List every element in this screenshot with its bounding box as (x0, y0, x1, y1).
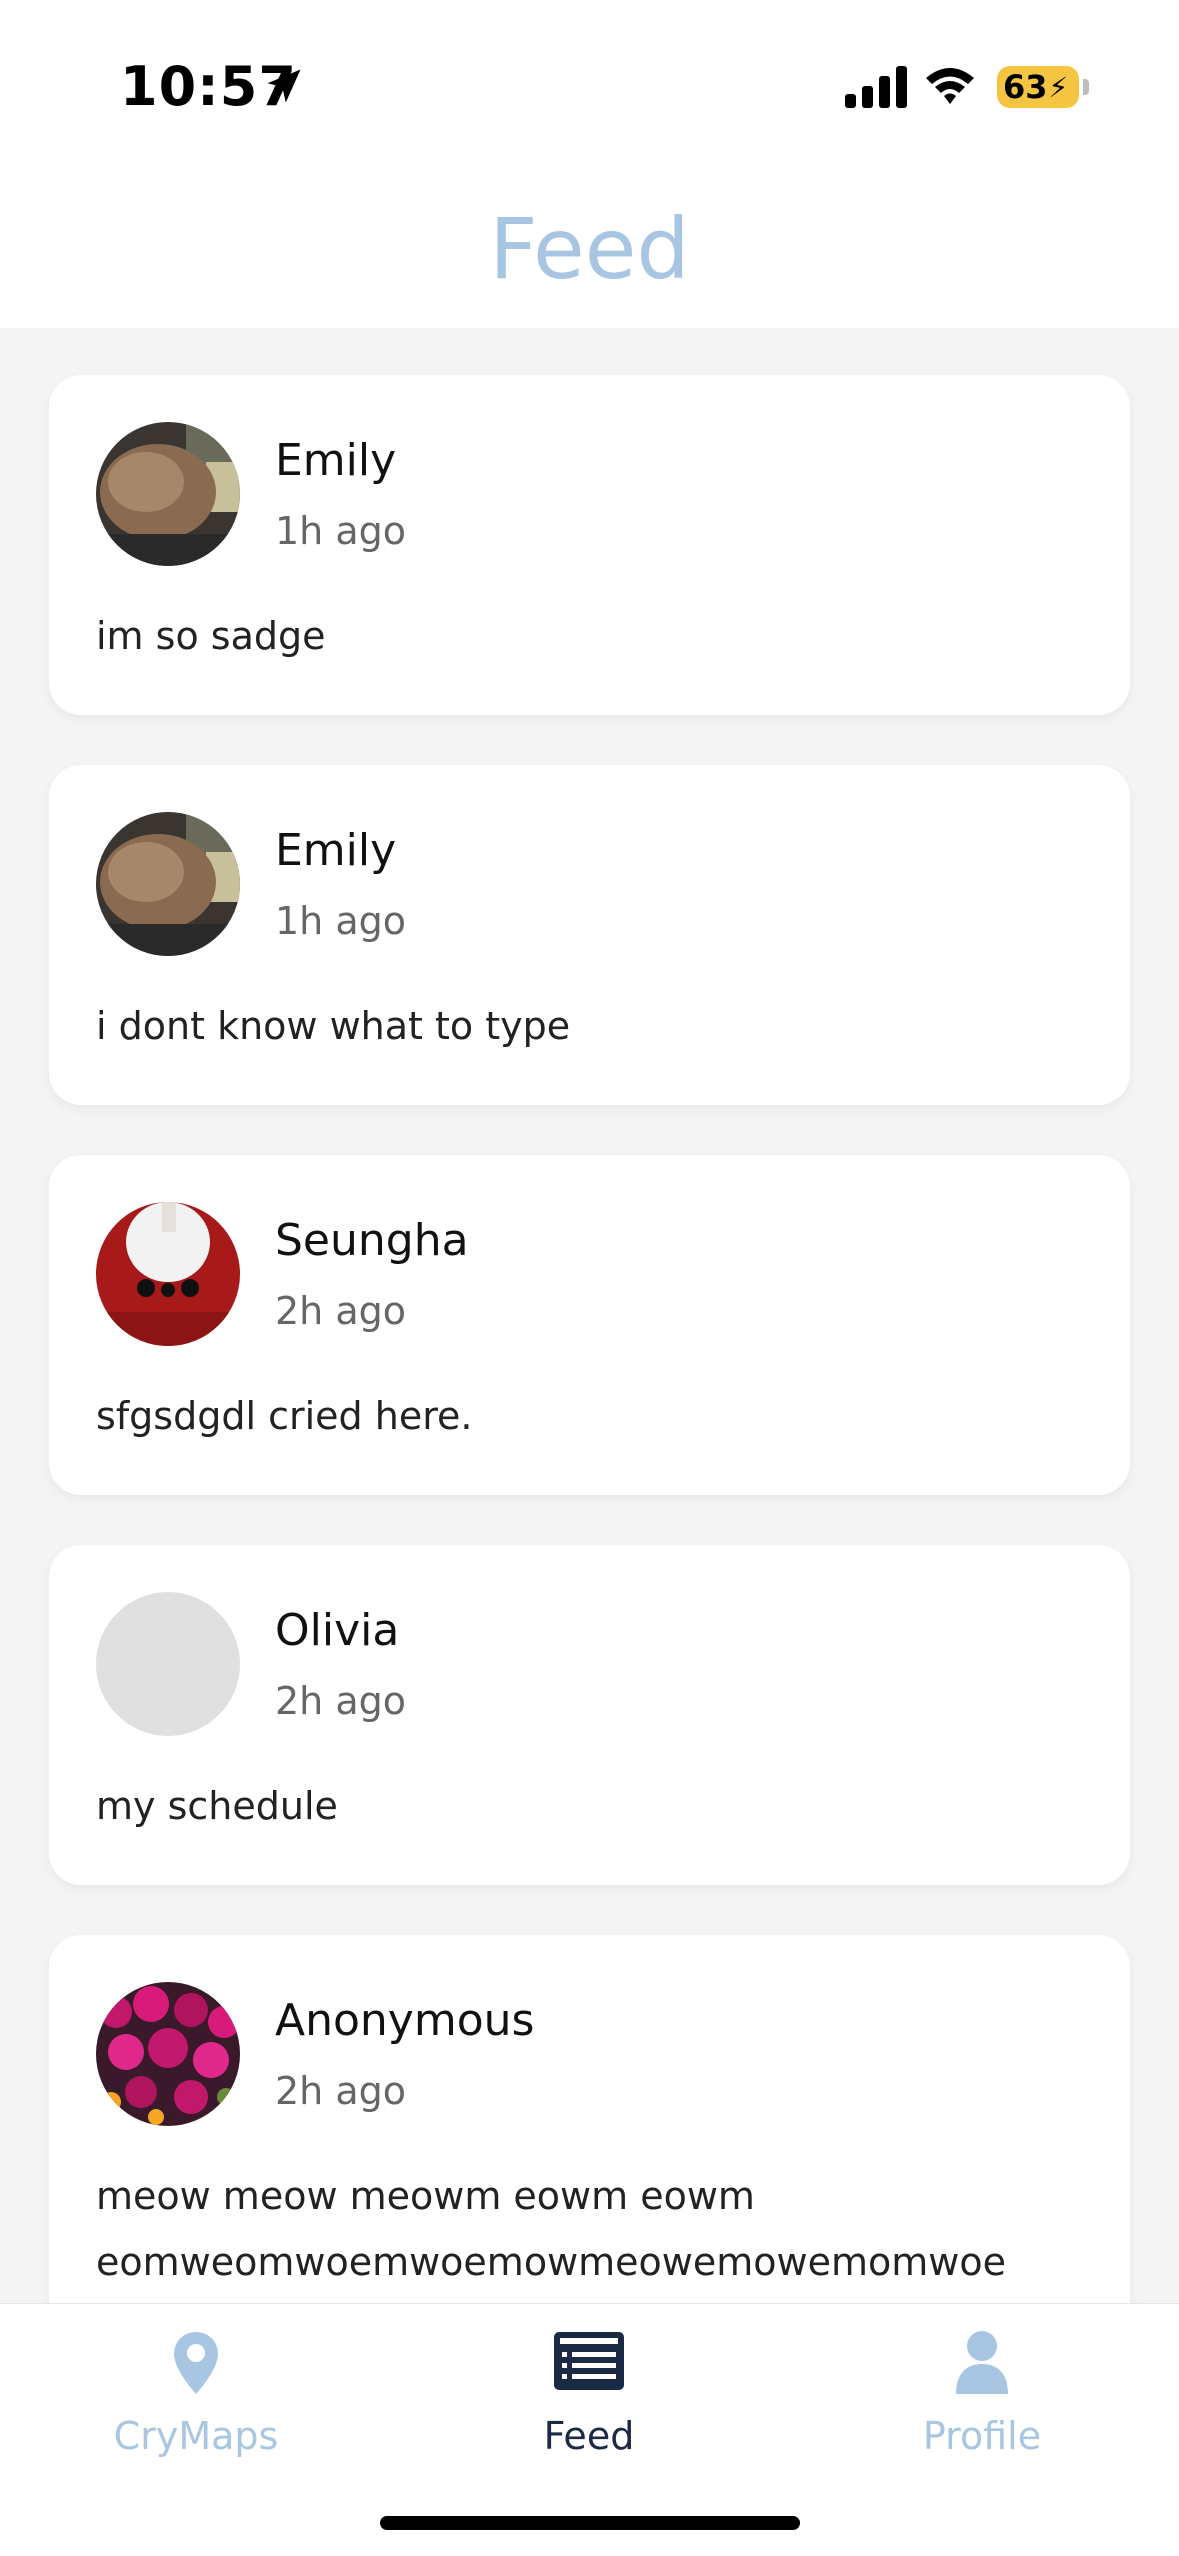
status-bar: 10:57 63 ⚡ (0, 0, 1179, 170)
battery-charging-icon: 63 ⚡ (997, 66, 1079, 108)
map-pin-icon (174, 2332, 218, 2394)
avatar[interactable] (96, 1202, 240, 1346)
page-header: Feed (0, 170, 1179, 328)
post-author: Emily (275, 825, 397, 876)
post-author: Anonymous (275, 1995, 535, 2046)
post-timestamp: 1h ago (275, 509, 406, 553)
cellular-signal-icon (845, 66, 907, 108)
post-timestamp: 2h ago (275, 1289, 406, 1333)
post-author: Emily (275, 435, 397, 486)
post-text: meow meow meowm eowm eowm eomweomwoemwoe… (96, 2174, 1006, 2284)
post-card[interactable]: Anonymous 2h ago meow meow meowm eowm eo… (49, 1935, 1130, 2303)
post-text: sfgsdgdl cried here. (96, 1394, 473, 1438)
post-author: Olivia (275, 1605, 400, 1656)
battery-level: 63 (1003, 68, 1048, 106)
post-timestamp: 2h ago (275, 2069, 406, 2113)
location-arrow-icon (267, 69, 301, 103)
post-card[interactable]: Seungha 2h ago sfgsdgdl cried here. (49, 1155, 1130, 1495)
avatar[interactable] (96, 812, 240, 956)
post-text: im so sadge (96, 614, 326, 658)
post-timestamp: 2h ago (275, 1679, 406, 1723)
tab-label: CryMaps (113, 2414, 279, 2458)
page-title: Feed (489, 200, 690, 298)
battery-cap (1083, 79, 1089, 95)
post-text: my schedule (96, 1784, 338, 1828)
home-indicator[interactable] (380, 2516, 800, 2530)
tab-profile[interactable]: Profile (822, 2304, 1142, 2494)
avatar[interactable] (96, 422, 240, 566)
avatar[interactable] (96, 1982, 240, 2126)
feed-list-icon (554, 2332, 624, 2390)
tab-label: Profile (922, 2414, 1042, 2458)
avatar-placeholder[interactable] (96, 1592, 240, 1736)
tab-crymaps[interactable]: CryMaps (36, 2304, 356, 2494)
post-card[interactable]: Emily 1h ago i dont know what to type (49, 765, 1130, 1105)
post-card[interactable]: Olivia 2h ago my schedule (49, 1545, 1130, 1885)
post-card[interactable]: Emily 1h ago im so sadge (49, 375, 1130, 715)
person-icon (956, 2331, 1008, 2394)
post-author: Seungha (275, 1215, 469, 1266)
post-timestamp: 1h ago (275, 899, 406, 943)
tab-label: Feed (543, 2414, 635, 2458)
wifi-icon (926, 68, 974, 104)
tab-feed[interactable]: Feed (429, 2304, 749, 2494)
feed-list[interactable]: Emily 1h ago im so sadge Emily 1h ago i … (0, 328, 1179, 2303)
post-text: i dont know what to type (96, 1004, 571, 1048)
